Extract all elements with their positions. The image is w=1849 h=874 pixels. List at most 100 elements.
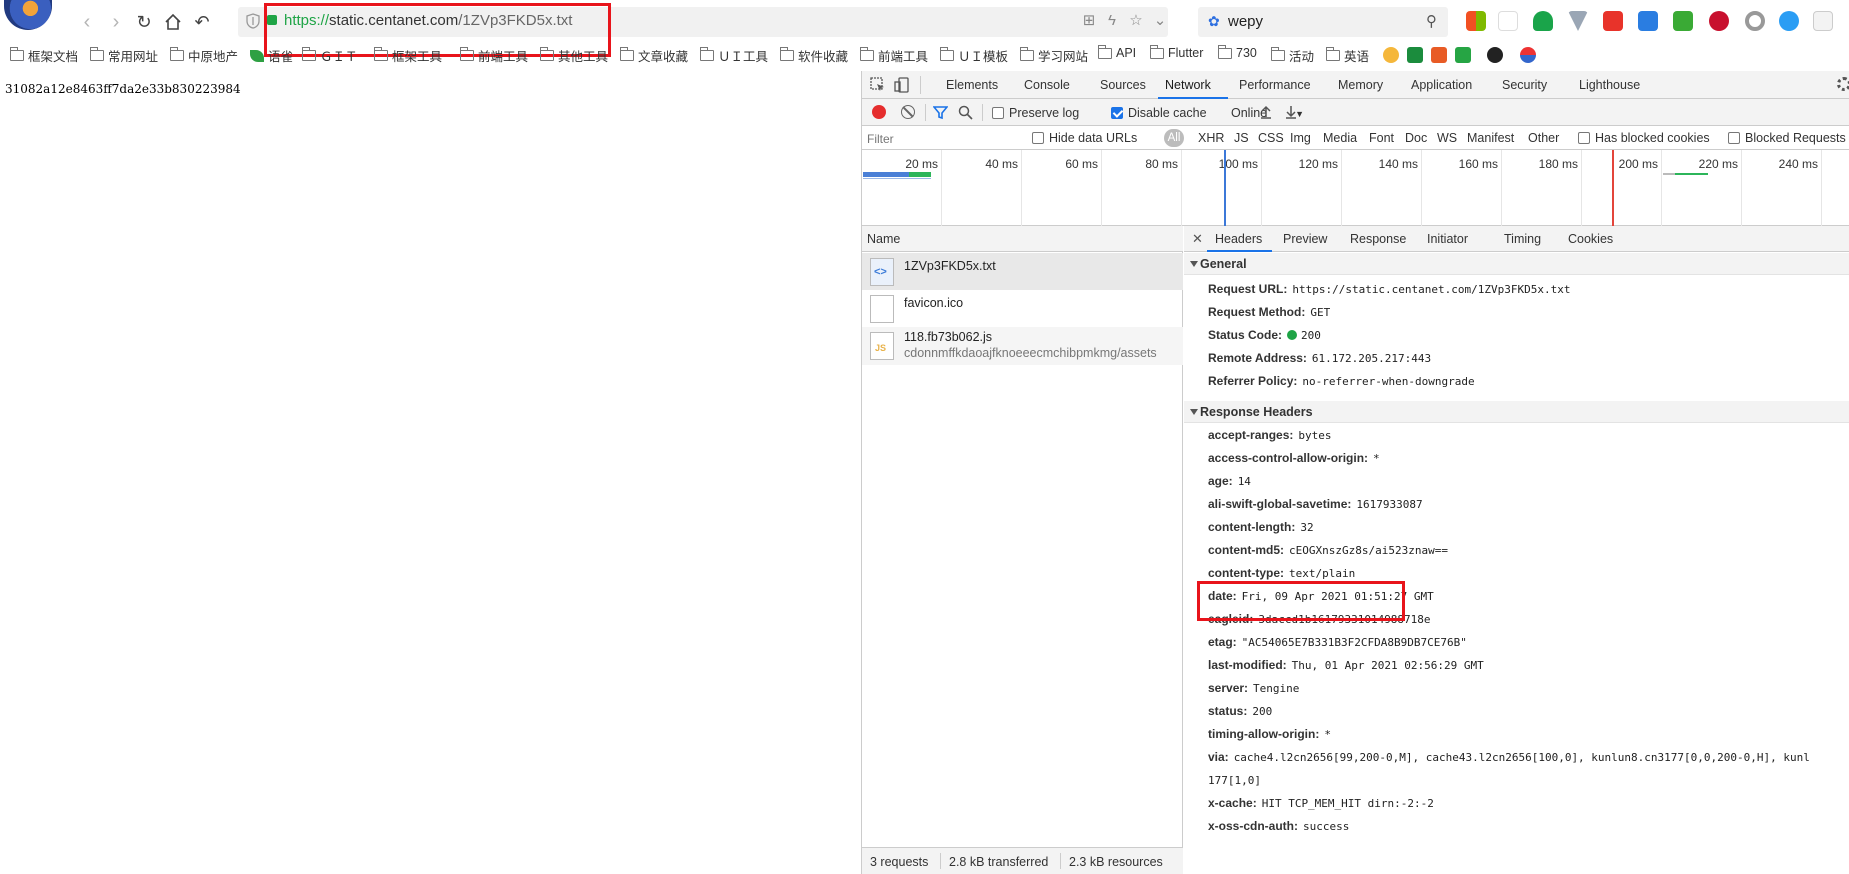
bookmark-folder[interactable]: API	[1098, 44, 1136, 60]
clear-icon[interactable]	[901, 105, 915, 119]
disable-cache-checkbox[interactable]: Disable cache	[1111, 106, 1207, 120]
grid-ext-icon[interactable]	[1673, 11, 1693, 31]
hide-data-urls-checkbox[interactable]: Hide data URLs	[1032, 131, 1137, 145]
profile-avatar[interactable]	[4, 0, 52, 30]
device-toolbar-icon[interactable]	[894, 77, 910, 93]
search-icon[interactable]: ⚲	[1426, 12, 1437, 30]
microsoft-ext-icon[interactable]	[1466, 11, 1486, 31]
filter-xhr[interactable]: XHR	[1198, 131, 1224, 145]
lightning-icon[interactable]: ϟ	[1104, 13, 1120, 29]
filter-media[interactable]: Media	[1323, 131, 1357, 145]
translate-ext-icon[interactable]	[1638, 11, 1658, 31]
bookmark-folder[interactable]: 其他工具	[540, 46, 608, 65]
tab-performance[interactable]: Performance	[1239, 78, 1311, 92]
request-row[interactable]: <> 1ZVp3FKD5x.txt	[862, 253, 1183, 290]
general-section-header[interactable]: General	[1184, 253, 1849, 275]
tab-response[interactable]: Response	[1350, 232, 1406, 246]
checkbox-icon[interactable]	[1032, 132, 1044, 144]
game-bookmark-icon[interactable]	[1407, 47, 1423, 63]
request-row[interactable]: favicon.ico	[862, 290, 1183, 327]
filter-input[interactable]	[867, 130, 1027, 148]
request-row[interactable]: JS 118.fb73b062.js cdonnmffkdaoajfknoeee…	[862, 327, 1183, 365]
bookmark-folder[interactable]: 学习网站	[1020, 46, 1088, 65]
bookmark-folder[interactable]: 英语	[1326, 46, 1369, 65]
checkbox-icon[interactable]	[1578, 132, 1590, 144]
window-ext-icon[interactable]	[1813, 11, 1833, 31]
bookmark-folder[interactable]: 文章收藏	[620, 46, 688, 65]
tab-memory[interactable]: Memory	[1338, 78, 1383, 92]
reload-icon[interactable]: ↻	[131, 9, 157, 35]
bookmark-folder[interactable]: 活动	[1271, 46, 1314, 65]
tab-application[interactable]: Application	[1411, 78, 1472, 92]
import-har-icon[interactable]	[1259, 105, 1273, 119]
tool-bookmark-icon[interactable]	[1431, 47, 1447, 63]
bookmark-folder[interactable]: 框架文档	[10, 46, 78, 65]
search-icon[interactable]	[958, 105, 973, 120]
filter-js[interactable]: JS	[1234, 131, 1249, 145]
chevron-down-icon[interactable]: ⌄	[1152, 13, 1168, 29]
checkbox-icon[interactable]	[1728, 132, 1740, 144]
shield-ext-icon[interactable]	[1533, 11, 1553, 31]
pen-ext-icon[interactable]	[1498, 11, 1518, 31]
tab-lighthouse[interactable]: Lighthouse	[1579, 78, 1640, 92]
preserve-log-checkbox[interactable]: Preserve log	[992, 106, 1079, 120]
tab-initiator[interactable]: Initiator	[1427, 232, 1468, 246]
grid-bookmark-icon[interactable]	[1455, 47, 1471, 63]
blocked-requests-checkbox[interactable]: Blocked Requests	[1728, 131, 1846, 145]
filter-ws[interactable]: WS	[1437, 131, 1457, 145]
bookmark-folder[interactable]: 中原地产	[170, 46, 238, 65]
undo-icon[interactable]: ↶	[189, 9, 215, 35]
has-blocked-cookies-checkbox[interactable]: Has blocked cookies	[1578, 131, 1710, 145]
home-icon[interactable]	[160, 9, 186, 35]
bookmark-folder[interactable]: 常用网址	[90, 46, 158, 65]
filter-img[interactable]: Img	[1290, 131, 1311, 145]
weather-bookmark-icon[interactable]	[1383, 47, 1399, 63]
tab-elements[interactable]: Elements	[946, 78, 998, 92]
close-icon[interactable]: ✕	[1192, 231, 1203, 247]
filter-doc[interactable]: Doc	[1405, 131, 1427, 145]
tab-security[interactable]: Security	[1502, 78, 1547, 92]
circle-ext-icon[interactable]	[1745, 11, 1765, 31]
checkbox-checked-icon[interactable]	[1111, 107, 1123, 119]
pro-ext-icon[interactable]	[1709, 11, 1729, 31]
tab-timing[interactable]: Timing	[1504, 232, 1541, 246]
forward-icon[interactable]: ›	[103, 9, 129, 35]
export-har-icon[interactable]	[1284, 105, 1298, 119]
bookmark-folder[interactable]: ＵＩ模板	[940, 46, 1008, 65]
vue-ext-icon[interactable]	[1568, 11, 1588, 31]
filter-all[interactable]: All	[1164, 129, 1184, 147]
address-url[interactable]: https://static.centanet.com/1ZVp3FKD5x.t…	[284, 12, 572, 29]
response-headers-section-header[interactable]: Response Headers	[1184, 401, 1849, 423]
bookmark-folder[interactable]: 730	[1218, 44, 1257, 60]
github-icon[interactable]	[1487, 47, 1503, 63]
checkbox-icon[interactable]	[992, 107, 1004, 119]
fe-ext-icon[interactable]	[1603, 11, 1623, 31]
tab-console[interactable]: Console	[1024, 78, 1070, 92]
tab-sources[interactable]: Sources	[1100, 78, 1146, 92]
bookmark-folder[interactable]: 前端工具	[460, 46, 528, 65]
filter-font[interactable]: Font	[1369, 131, 1394, 145]
inspect-element-icon[interactable]	[870, 77, 886, 93]
tab-preview[interactable]: Preview	[1283, 232, 1327, 246]
security-shield-icon[interactable]	[246, 13, 260, 29]
bookmark-folder[interactable]: Flutter	[1150, 44, 1203, 60]
record-icon[interactable]	[872, 105, 886, 119]
bookmark-link[interactable]: 语雀	[250, 46, 293, 65]
column-name[interactable]: Name	[867, 232, 900, 246]
bookmark-folder[interactable]: 前端工具	[860, 46, 928, 65]
mail-ext-icon[interactable]	[1779, 11, 1799, 31]
filter-manifest[interactable]: Manifest	[1467, 131, 1514, 145]
bookmark-folder[interactable]: 软件收藏	[780, 46, 848, 65]
bookmark-folder[interactable]: ＧＩＴ	[302, 46, 358, 65]
tab-headers[interactable]: Headers	[1215, 232, 1262, 246]
tab-cookies[interactable]: Cookies	[1568, 232, 1613, 246]
star-icon[interactable]: ☆	[1128, 13, 1144, 29]
back-icon[interactable]: ‹	[74, 9, 100, 35]
tab-network[interactable]: Network	[1165, 78, 1211, 92]
bookmark-folder[interactable]: 框架工具	[374, 46, 442, 65]
flag-bookmark-icon[interactable]	[1520, 47, 1536, 63]
filter-css[interactable]: CSS	[1258, 131, 1284, 145]
qr-code-icon[interactable]: ⊞	[1081, 13, 1097, 29]
bookmark-folder[interactable]: ＵＩ工具	[700, 46, 768, 65]
search-input[interactable]: wepy	[1228, 13, 1263, 30]
